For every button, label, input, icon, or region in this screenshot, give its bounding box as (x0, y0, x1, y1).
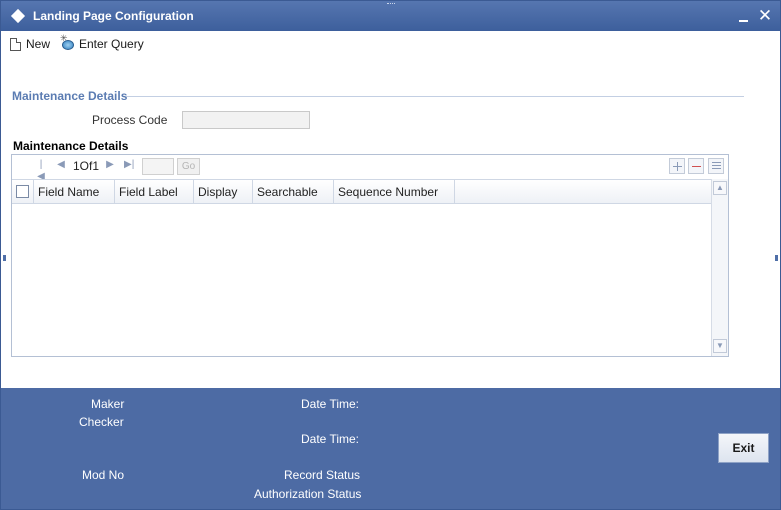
new-label: New (26, 37, 51, 51)
grid-header-row: Field Name Field Label Display Searchabl… (12, 179, 711, 204)
process-code-input[interactable] (182, 111, 310, 129)
audit-footer: Maker Date Time: Checker Date Time: Mod … (1, 388, 780, 509)
checker-date-time-label: Date Time: (301, 432, 360, 446)
page-number-input[interactable] (142, 158, 174, 175)
column-header-display[interactable]: Display (194, 180, 253, 204)
drag-grip-icon[interactable] (387, 3, 395, 6)
select-all-checkbox[interactable] (16, 185, 29, 198)
group-divider (126, 96, 744, 97)
new-button[interactable]: New (10, 35, 50, 53)
single-view-icon[interactable] (708, 158, 724, 174)
record-status-label: Record Status (284, 468, 361, 482)
maker-label: Maker (91, 397, 125, 411)
mod-no-label: Mod No (82, 468, 125, 482)
landing-page-configuration-window: Landing Page Configuration ✕ New ✳ Enter… (0, 0, 781, 510)
select-all-cell (12, 180, 34, 204)
enter-query-label: Enter Query (79, 37, 144, 51)
delete-row-icon[interactable] (688, 158, 704, 174)
grid-section-heading: Maintenance Details (13, 139, 129, 153)
previous-page-icon[interactable]: ◀ (56, 159, 66, 171)
first-page-icon[interactable]: |◀ (36, 159, 46, 182)
go-button[interactable]: Go (177, 158, 200, 175)
query-icon: ✳ (60, 33, 75, 51)
grid-vertical-scrollbar[interactable]: ▲ ▼ (711, 179, 728, 356)
grid-table: Field Name Field Label Display Searchabl… (12, 179, 711, 356)
app-diamond-icon (10, 8, 26, 24)
maker-date-time-label: Date Time: (301, 397, 360, 411)
grid-toolbar: |◀ ◀ 1Of1 ▶ ▶| Go (12, 155, 728, 182)
toolbar: New ✳ Enter Query (1, 31, 780, 55)
add-row-icon[interactable] (669, 158, 685, 174)
scroll-down-icon[interactable]: ▼ (713, 339, 727, 353)
column-header-field-label[interactable]: Field Label (115, 180, 194, 204)
checker-label: Checker (79, 415, 124, 429)
query-disk-icon (62, 40, 74, 50)
pager-text: 1Of1 (73, 159, 100, 173)
last-page-icon[interactable]: ▶| (124, 159, 134, 171)
column-header-field-name[interactable]: Field Name (34, 180, 115, 204)
next-page-icon[interactable]: ▶ (105, 159, 115, 171)
minimize-button[interactable] (737, 8, 751, 24)
authorization-status-label: Authorization Status (254, 487, 362, 501)
scroll-up-icon[interactable]: ▲ (713, 181, 727, 195)
window-title: Landing Page Configuration (33, 9, 194, 23)
close-button[interactable]: ✕ (757, 7, 773, 25)
left-resize-handle[interactable] (3, 255, 6, 261)
document-icon (10, 37, 21, 51)
title-bar[interactable]: Landing Page Configuration ✕ (1, 1, 780, 31)
enter-query-button[interactable]: ✳ Enter Query (60, 33, 144, 53)
content-area: Maintenance Details Process Code Mainten… (1, 55, 780, 388)
right-resize-handle[interactable] (775, 255, 778, 261)
process-code-label: Process Code (92, 113, 168, 127)
maintenance-grid: |◀ ◀ 1Of1 ▶ ▶| Go Field Name Field Label (11, 154, 729, 357)
column-header-searchable[interactable]: Searchable (253, 180, 334, 204)
maintenance-group-title: Maintenance Details (12, 89, 128, 103)
exit-button[interactable]: Exit (718, 433, 769, 463)
column-header-sequence-number[interactable]: Sequence Number (334, 180, 455, 204)
